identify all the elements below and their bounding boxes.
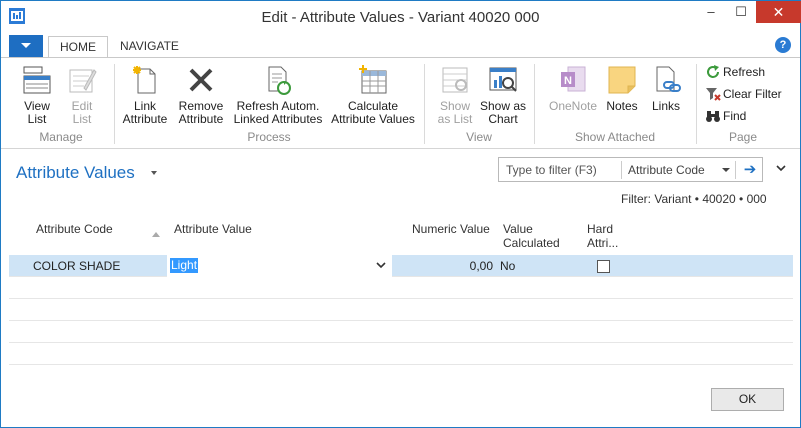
show-as-chart-label: Show as Chart [479,99,527,126]
view-list-label: View List [24,99,50,126]
remove-attribute-label: Remove Attribute [178,99,224,126]
edit-list-button[interactable]: Edit List [59,64,105,126]
refresh-document-icon [268,66,291,95]
notes-icon [608,66,636,94]
filter-input[interactable]: Type to filter (F3) [506,163,597,177]
minimize-button[interactable]: – [696,1,726,23]
title-bar: Edit - Attribute Values - Variant 40020 … [1,1,801,32]
cell-numeric-value[interactable]: 0,00 [393,259,493,273]
filter-summary: Filter: Variant • 40020 • 000 [621,192,767,206]
table-row[interactable] [9,365,793,387]
remove-x-icon [189,68,213,92]
dialog-window: Edit - Attribute Values - Variant 40020 … [0,0,801,428]
edit-list-label: Edit List [71,99,93,126]
table-row[interactable] [9,343,793,365]
refresh-label: Refresh [723,65,766,79]
show-as-list-label: Show as List [437,99,473,126]
links-label: Links [651,99,680,113]
hard-attri-checkbox[interactable] [597,260,610,273]
view-list-icon [23,66,51,94]
group-label-manage: Manage [39,130,83,144]
notes-button[interactable]: Notes [603,64,641,113]
group-label-page: Page [728,130,758,144]
view-list-button[interactable]: View List [13,64,61,126]
ok-button[interactable]: OK [711,388,784,411]
clear-filter-icon [706,88,721,101]
chevron-down-icon[interactable] [151,171,157,175]
cell-attribute-code[interactable]: COLOR SHADE [33,259,120,273]
find-label: Find [723,109,747,123]
svg-text:N: N [564,75,572,87]
tab-home[interactable]: HOME [48,36,108,58]
edit-list-icon [69,69,97,93]
ribbon: View List Edit List Manage Link Attribut… [1,57,800,149]
table-row[interactable] [9,299,793,321]
links-icon [656,66,681,92]
calculate-attribute-values-button[interactable]: Calculate Attribute Values [329,64,417,126]
links-button[interactable]: Links [646,64,686,113]
column-header-value-calculated[interactable]: Value Calculated [503,222,560,250]
attribute-values-grid: Attribute Code Attribute Value Numeric V… [9,213,793,376]
arrow-right-icon[interactable]: ➔ [740,160,760,180]
divider [621,161,622,179]
group-label-view: View [466,130,492,144]
table-row[interactable] [9,277,793,299]
onenote-label: OneNote [548,99,598,113]
link-attribute-label: Link Attribute [122,99,168,126]
show-as-chart-button[interactable]: Show as Chart [479,64,527,126]
application-menu-button[interactable] [9,35,43,57]
chevron-down-icon[interactable] [376,260,386,270]
divider [735,161,736,179]
onenote-icon: N [561,66,586,92]
link-attribute-icon [133,66,156,94]
sort-ascending-icon [152,232,160,237]
remove-attribute-button[interactable]: Remove Attribute [175,64,227,126]
onenote-button[interactable]: N OneNote [545,64,601,113]
grid-header: Attribute Code Attribute Value Numeric V… [9,213,793,254]
close-button[interactable]: ✕ [756,1,801,23]
filter-field-select[interactable]: Attribute Code [628,163,705,177]
help-icon[interactable]: ? [775,37,791,53]
cell-value-calculated[interactable]: No [500,259,515,273]
link-attribute-button[interactable]: Link Attribute [119,64,171,126]
binoculars-icon [706,111,720,122]
table-row[interactable]: COLOR SHADE Light 0,00 No [9,255,793,277]
refresh-autom-label: Refresh Autom. Linked Attributes [233,99,323,126]
column-header-hard-attri[interactable]: Hard Attri... [587,222,618,250]
chevron-down-icon[interactable] [722,168,730,172]
calculate-grid-icon [359,65,387,94]
table-row[interactable] [9,321,793,343]
refresh-autom-linked-attributes-button[interactable]: Refresh Autom. Linked Attributes [231,64,325,126]
attribute-value-dropdown[interactable]: Light [167,255,392,277]
group-label-process: Process [247,130,291,144]
find-button[interactable]: Find [705,107,795,125]
page-title[interactable]: Attribute Values [16,163,135,183]
column-header-numeric-value[interactable]: Numeric Value [412,222,490,236]
filter-bar: Type to filter (F3) Attribute Code ➔ [498,157,763,182]
show-as-list-icon [442,67,468,93]
column-header-attribute-code[interactable]: Attribute Code [36,222,113,236]
ribbon-tab-bar: HOME NAVIGATE ? [1,32,800,58]
attribute-value-text[interactable]: Light [170,258,199,273]
maximize-button[interactable]: ☐ [726,1,756,23]
refresh-button[interactable]: Refresh [705,63,795,81]
refresh-icon [707,65,719,78]
clear-filter-label: Clear Filter [723,87,782,101]
tab-navigate[interactable]: NAVIGATE [109,36,190,58]
show-as-list-button[interactable]: Show as List [431,64,479,126]
clear-filter-button[interactable]: Clear Filter [705,85,795,103]
chevron-down-icon[interactable] [776,163,786,173]
notes-label: Notes [606,99,638,113]
column-header-attribute-value[interactable]: Attribute Value [174,222,252,236]
group-label-show-attached: Show Attached [574,130,656,144]
show-as-chart-icon [489,67,517,92]
chevron-down-icon [21,43,31,48]
calculate-label: Calculate Attribute Values [331,99,415,126]
window-title: Edit - Attribute Values - Variant 40020 … [261,9,540,26]
